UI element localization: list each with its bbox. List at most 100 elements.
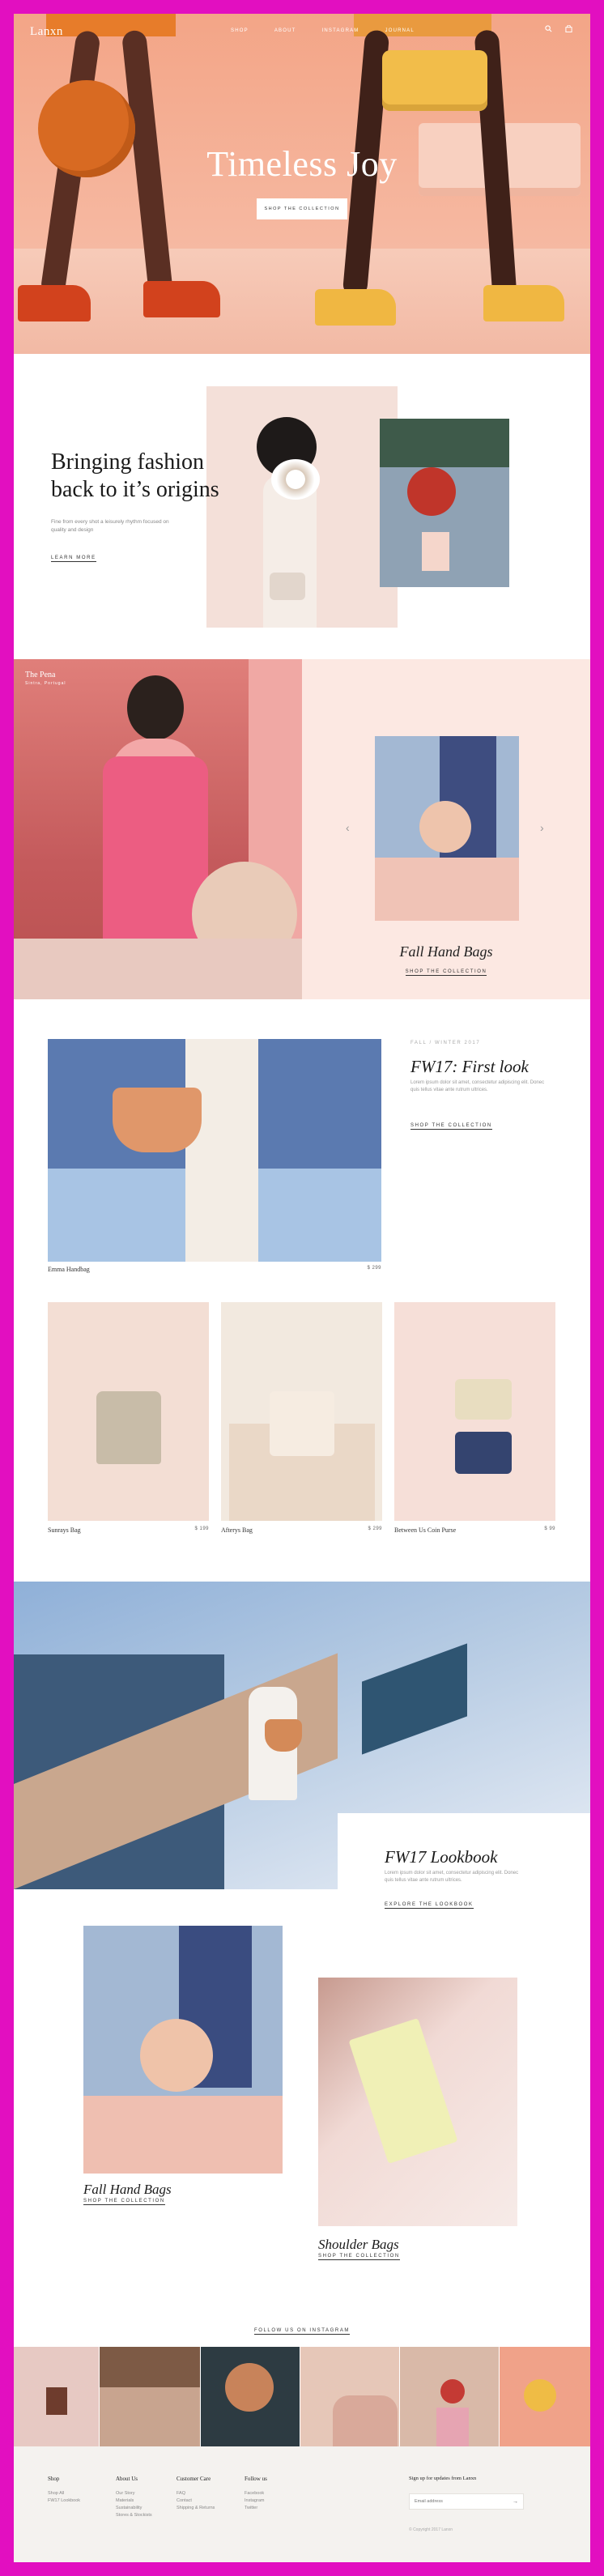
product-name[interactable]: Between Us Coin Purse [394,1526,456,1534]
insta4-shape [333,2395,398,2446]
page: Lanxn Shop About Instagram Journal Timel… [14,14,590,2562]
first-look-body: Lorem ipsum dolor sit amet, consectetur … [410,1080,545,1092]
product-name[interactable]: Sunrays Bag [48,1526,81,1534]
footer-link[interactable]: Shop All [48,2490,80,2497]
footer-link[interactable]: Contact [177,2497,215,2505]
slider-shop-link[interactable]: Shop the collection [405,969,487,976]
coin-purse-cream [455,1379,512,1420]
footer-link[interactable]: Stores & Stockists [116,2512,152,2519]
category-title-shoulder: Shoulder Bags [318,2237,399,2252]
product-image-coin-purse [394,1302,555,1521]
instagram-photo-3[interactable] [201,2347,300,2446]
hero-shop-button[interactable]: Shop the collection [257,198,347,219]
footer-col-title: Follow us [245,2476,267,2482]
slider-prev-button[interactable]: ‹ [346,821,350,834]
insta5-bag [440,2379,465,2404]
slider-stairs [375,858,519,921]
product-caption-1: Afterys Bag $ 299 [221,1526,382,1534]
afterys-bag-shape [270,1391,334,1456]
hero-title: Timeless Joy [206,144,398,184]
main-nav: Shop About Instagram Journal [231,28,415,33]
category-link-shoulder[interactable]: Shop the collection [318,2254,400,2260]
first-look-image [48,1039,381,1262]
footer-link[interactable]: Twitter [245,2505,267,2512]
coin-purse-navy [455,1432,512,1474]
brand-logo[interactable]: Lanxn [30,25,63,39]
instagram-photo-4[interactable] [300,2347,399,2446]
search-icon[interactable] [545,25,552,34]
product-price: $ 99 [544,1526,555,1531]
insta3-face [225,2363,274,2412]
header-icons [545,24,572,34]
product-caption-0: Sunrays Bag $ 199 [48,1526,209,1534]
hero-left-shoe-a [18,285,91,321]
lookbook-body: Lorem ipsum dolor sit amet, consectetur … [385,1871,519,1883]
instagram-photo-2[interactable] [100,2347,200,2446]
footer-link[interactable]: Materials [116,2497,152,2505]
lookbook-explore-link[interactable]: Explore the lookbook [385,1902,474,1909]
intro-white-bag [270,573,305,600]
first-look-product-name[interactable]: Emma Handbag [48,1266,90,1273]
instagram-photo-1[interactable] [14,2347,99,2446]
footer-link[interactable]: FAQ [177,2490,215,2497]
sunrays-bag-shape [96,1391,161,1464]
footer-link[interactable]: Our Story [116,2490,152,2497]
intro-model-image [206,386,398,628]
intro-learn-more-link[interactable]: Learn more [51,556,96,562]
footer-link[interactable]: Facebook [245,2490,267,2497]
nav-item-shop[interactable]: Shop [231,28,249,33]
intro-red-bag-foliage [380,419,509,467]
insta2-sky [100,2347,200,2387]
slider-title: Fall Hand Bags [399,943,493,960]
first-look-title: FW17: First look [410,1057,529,1076]
pena-model-hair [127,675,184,740]
pena-title: The Pena [25,671,56,679]
intro-title-line1: Bringing fashion [51,449,204,475]
first-look-coat [185,1039,258,1262]
newsletter-form: → [409,2493,524,2510]
product-price: $ 199 [194,1526,209,1531]
intro-title: Bringing fashion back to it’s origins [51,449,219,504]
intro-flowers [271,459,320,500]
bag-icon[interactable] [565,24,572,34]
slider-image [375,736,519,921]
nav-item-journal[interactable]: Journal [385,28,415,33]
nav-item-about[interactable]: About [274,28,296,33]
first-look-shop-link[interactable]: Shop the collection [410,1123,492,1130]
product-price: $ 299 [368,1526,382,1531]
footer-col-title: Customer Care [177,2476,211,2482]
hero-right-shoe-a [315,289,396,326]
footer-link[interactable]: Instagram [245,2497,267,2505]
hero-left-shoe-b [143,281,220,317]
hero-yellow-clutch [382,50,487,111]
first-look-product-price: $ 299 [367,1266,381,1271]
product-image-afterys [221,1302,382,1521]
newsletter-email-input[interactable] [415,2499,504,2504]
footer-col-title: About Us [116,2476,138,2482]
footer: Shop Shop All FW17 Lookbook About Us Our… [14,2446,590,2562]
instagram-follow-link[interactable]: Follow us on Instagram [253,2328,351,2335]
slider-panel: ‹ › Fall Hand Bags Shop the collection [302,659,590,999]
hero-right-shoe-b [483,285,564,321]
footer-link[interactable]: FW17 Lookbook [48,2497,80,2505]
product-name[interactable]: Afterys Bag [221,1526,253,1534]
pena-subtitle: Sintra, Portugal [25,681,66,686]
first-look-kicker: Fall / Winter 2017 [410,1041,481,1045]
nav-item-instagram[interactable]: Instagram [321,28,359,33]
fall-stairs [83,2096,283,2174]
copyright: © Copyright 2017 Lanxn [409,2527,453,2532]
instagram-photo-6[interactable] [500,2347,590,2446]
lookbook-bag [265,1719,302,1752]
slider-next-button[interactable]: › [540,821,544,834]
pena-image: The Pena Sintra, Portugal [14,659,302,999]
footer-link[interactable]: Sustainability [116,2505,152,2512]
slider-round-bag [419,801,471,853]
footer-link[interactable]: Shipping & Returns [177,2505,215,2512]
product-image-sunrays [48,1302,209,1521]
instagram-photo-5[interactable] [400,2347,499,2446]
category-title-fall: Fall Hand Bags [83,2182,172,2197]
instagram-strip [14,2347,590,2446]
pena-balcony [14,939,302,999]
category-link-fall[interactable]: Shop the collection [83,2199,165,2205]
submit-arrow-icon[interactable]: → [513,2499,518,2505]
